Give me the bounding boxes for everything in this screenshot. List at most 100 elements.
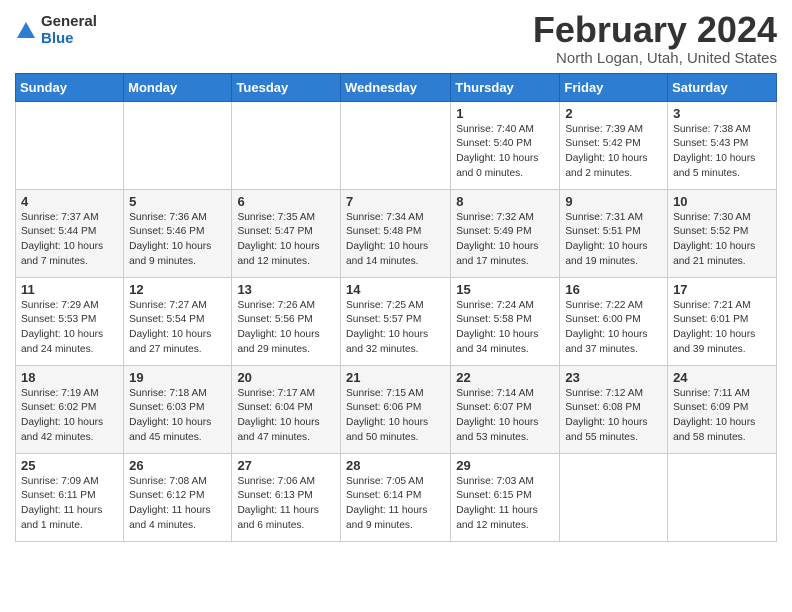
- day-number: 7: [346, 194, 445, 209]
- day-info: Sunrise: 7:17 AM Sunset: 6:04 PM Dayligh…: [237, 387, 335, 446]
- day-number: 21: [346, 370, 445, 385]
- day-number: 16: [565, 282, 662, 297]
- calendar-cell: 26 Sunrise: 7:08 AM Sunset: 6:12 PM Dayli…: [124, 453, 232, 541]
- week-row-4: 18 Sunrise: 7:19 AM Sunset: 6:02 PM Dayli…: [16, 365, 777, 453]
- day-number: 9: [565, 194, 662, 209]
- day-info: Sunrise: 7:30 AM Sunset: 5:52 PM Dayligh…: [673, 211, 771, 270]
- day-info: Sunrise: 7:15 AM Sunset: 6:06 PM Dayligh…: [346, 387, 445, 446]
- day-number: 12: [129, 282, 226, 297]
- day-info: Sunrise: 7:26 AM Sunset: 5:56 PM Dayligh…: [237, 299, 335, 358]
- day-number: 1: [456, 106, 554, 121]
- calendar-cell: 16 Sunrise: 7:22 AM Sunset: 6:00 PM Dayli…: [560, 277, 668, 365]
- weekday-header-thursday: Thursday: [451, 73, 560, 101]
- calendar-cell: 6 Sunrise: 7:35 AM Sunset: 5:47 PM Daylig…: [232, 189, 341, 277]
- weekday-header-tuesday: Tuesday: [232, 73, 341, 101]
- day-number: 11: [21, 282, 118, 297]
- day-info: Sunrise: 7:03 AM Sunset: 6:15 PM Dayligh…: [456, 475, 554, 534]
- day-number: 8: [456, 194, 554, 209]
- weekday-header-friday: Friday: [560, 73, 668, 101]
- title-area: February 2024 North Logan, Utah, United …: [533, 10, 777, 67]
- day-info: Sunrise: 7:39 AM Sunset: 5:42 PM Dayligh…: [565, 123, 662, 182]
- day-info: Sunrise: 7:40 AM Sunset: 5:40 PM Dayligh…: [456, 123, 554, 182]
- day-info: Sunrise: 7:25 AM Sunset: 5:57 PM Dayligh…: [346, 299, 445, 358]
- day-number: 20: [237, 370, 335, 385]
- calendar-cell: 24 Sunrise: 7:11 AM Sunset: 6:09 PM Dayli…: [668, 365, 777, 453]
- day-number: 23: [565, 370, 662, 385]
- calendar-cell: [16, 101, 124, 189]
- day-number: 10: [673, 194, 771, 209]
- day-info: Sunrise: 7:22 AM Sunset: 6:00 PM Dayligh…: [565, 299, 662, 358]
- day-info: Sunrise: 7:38 AM Sunset: 5:43 PM Dayligh…: [673, 123, 771, 182]
- day-number: 17: [673, 282, 771, 297]
- day-number: 15: [456, 282, 554, 297]
- calendar-cell: 17 Sunrise: 7:21 AM Sunset: 6:01 PM Dayli…: [668, 277, 777, 365]
- logo-icon: [15, 20, 37, 42]
- calendar-cell: 9 Sunrise: 7:31 AM Sunset: 5:51 PM Daylig…: [560, 189, 668, 277]
- day-number: 5: [129, 194, 226, 209]
- calendar-cell: [668, 453, 777, 541]
- day-info: Sunrise: 7:32 AM Sunset: 5:49 PM Dayligh…: [456, 211, 554, 270]
- calendar-cell: 28Sunrise: 7:05 AM Sunset: 6:14 PM Dayli…: [341, 453, 451, 541]
- calendar-cell: 27 Sunrise: 7:06 AM Sunset: 6:13 PM Dayli…: [232, 453, 341, 541]
- day-info: Sunrise: 7:14 AM Sunset: 6:07 PM Dayligh…: [456, 387, 554, 446]
- day-info: Sunrise: 7:12 AM Sunset: 6:08 PM Dayligh…: [565, 387, 662, 446]
- day-number: 24: [673, 370, 771, 385]
- day-number: 29: [456, 458, 554, 473]
- day-number: 3: [673, 106, 771, 121]
- week-row-5: 25 Sunrise: 7:09 AM Sunset: 6:11 PM Dayli…: [16, 453, 777, 541]
- calendar-cell: 20 Sunrise: 7:17 AM Sunset: 6:04 PM Dayli…: [232, 365, 341, 453]
- calendar-cell: 8 Sunrise: 7:32 AM Sunset: 5:49 PM Daylig…: [451, 189, 560, 277]
- day-info: Sunrise: 7:34 AM Sunset: 5:48 PM Dayligh…: [346, 211, 445, 270]
- day-info: Sunrise: 7:09 AM Sunset: 6:11 PM Dayligh…: [21, 475, 118, 534]
- day-info: Sunrise: 7:08 AM Sunset: 6:12 PM Dayligh…: [129, 475, 226, 534]
- day-number: 19: [129, 370, 226, 385]
- calendar-cell: 2Sunrise: 7:39 AM Sunset: 5:42 PM Daylig…: [560, 101, 668, 189]
- day-number: 18: [21, 370, 118, 385]
- week-row-2: 4 Sunrise: 7:37 AM Sunset: 5:44 PM Daylig…: [16, 189, 777, 277]
- day-info: Sunrise: 7:27 AM Sunset: 5:54 PM Dayligh…: [129, 299, 226, 358]
- day-number: 13: [237, 282, 335, 297]
- page-header: General Blue February 2024 North Logan, …: [15, 10, 777, 67]
- calendar-cell: 14 Sunrise: 7:25 AM Sunset: 5:57 PM Dayli…: [341, 277, 451, 365]
- day-info: Sunrise: 7:19 AM Sunset: 6:02 PM Dayligh…: [21, 387, 118, 446]
- month-title: February 2024: [533, 10, 777, 50]
- calendar-cell: [341, 101, 451, 189]
- logo-blue-text: Blue: [41, 31, 97, 48]
- calendar-cell: 29 Sunrise: 7:03 AM Sunset: 6:15 PM Dayli…: [451, 453, 560, 541]
- day-number: 26: [129, 458, 226, 473]
- calendar-cell: 5 Sunrise: 7:36 AM Sunset: 5:46 PM Daylig…: [124, 189, 232, 277]
- calendar-cell: 25 Sunrise: 7:09 AM Sunset: 6:11 PM Dayli…: [16, 453, 124, 541]
- day-info: Sunrise: 7:24 AM Sunset: 5:58 PM Dayligh…: [456, 299, 554, 358]
- day-number: 14: [346, 282, 445, 297]
- day-info: Sunrise: 7:18 AM Sunset: 6:03 PM Dayligh…: [129, 387, 226, 446]
- day-info: Sunrise: 7:06 AM Sunset: 6:13 PM Dayligh…: [237, 475, 335, 534]
- week-row-3: 11 Sunrise: 7:29 AM Sunset: 5:53 PM Dayli…: [16, 277, 777, 365]
- location-title: North Logan, Utah, United States: [533, 50, 777, 67]
- calendar-cell: 3 Sunrise: 7:38 AM Sunset: 5:43 PM Daylig…: [668, 101, 777, 189]
- calendar-table: SundayMondayTuesdayWednesdayThursdayFrid…: [15, 73, 777, 542]
- day-info: Sunrise: 7:11 AM Sunset: 6:09 PM Dayligh…: [673, 387, 771, 446]
- calendar-cell: 19 Sunrise: 7:18 AM Sunset: 6:03 PM Dayli…: [124, 365, 232, 453]
- calendar-cell: 22 Sunrise: 7:14 AM Sunset: 6:07 PM Dayli…: [451, 365, 560, 453]
- calendar-cell: 18 Sunrise: 7:19 AM Sunset: 6:02 PM Dayli…: [16, 365, 124, 453]
- week-row-1: 1 Sunrise: 7:40 AM Sunset: 5:40 PM Daylig…: [16, 101, 777, 189]
- calendar-cell: 1 Sunrise: 7:40 AM Sunset: 5:40 PM Daylig…: [451, 101, 560, 189]
- day-number: 25: [21, 458, 118, 473]
- calendar-cell: 23 Sunrise: 7:12 AM Sunset: 6:08 PM Dayli…: [560, 365, 668, 453]
- day-info: Sunrise: 7:37 AM Sunset: 5:44 PM Dayligh…: [21, 211, 118, 270]
- calendar-cell: 4 Sunrise: 7:37 AM Sunset: 5:44 PM Daylig…: [16, 189, 124, 277]
- calendar-cell: 21 Sunrise: 7:15 AM Sunset: 6:06 PM Dayli…: [341, 365, 451, 453]
- day-info: Sunrise: 7:31 AM Sunset: 5:51 PM Dayligh…: [565, 211, 662, 270]
- weekday-header-row: SundayMondayTuesdayWednesdayThursdayFrid…: [16, 73, 777, 101]
- day-info: Sunrise: 7:05 AM Sunset: 6:14 PM Dayligh…: [346, 475, 445, 534]
- day-number: 4: [21, 194, 118, 209]
- day-info: Sunrise: 7:21 AM Sunset: 6:01 PM Dayligh…: [673, 299, 771, 358]
- day-number: 22: [456, 370, 554, 385]
- day-number: 6: [237, 194, 335, 209]
- day-number: 27: [237, 458, 335, 473]
- calendar-cell: 12 Sunrise: 7:27 AM Sunset: 5:54 PM Dayli…: [124, 277, 232, 365]
- calendar-cell: 10 Sunrise: 7:30 AM Sunset: 5:52 PM Dayli…: [668, 189, 777, 277]
- day-info: Sunrise: 7:36 AM Sunset: 5:46 PM Dayligh…: [129, 211, 226, 270]
- day-info: Sunrise: 7:29 AM Sunset: 5:53 PM Dayligh…: [21, 299, 118, 358]
- day-info: Sunrise: 7:35 AM Sunset: 5:47 PM Dayligh…: [237, 211, 335, 270]
